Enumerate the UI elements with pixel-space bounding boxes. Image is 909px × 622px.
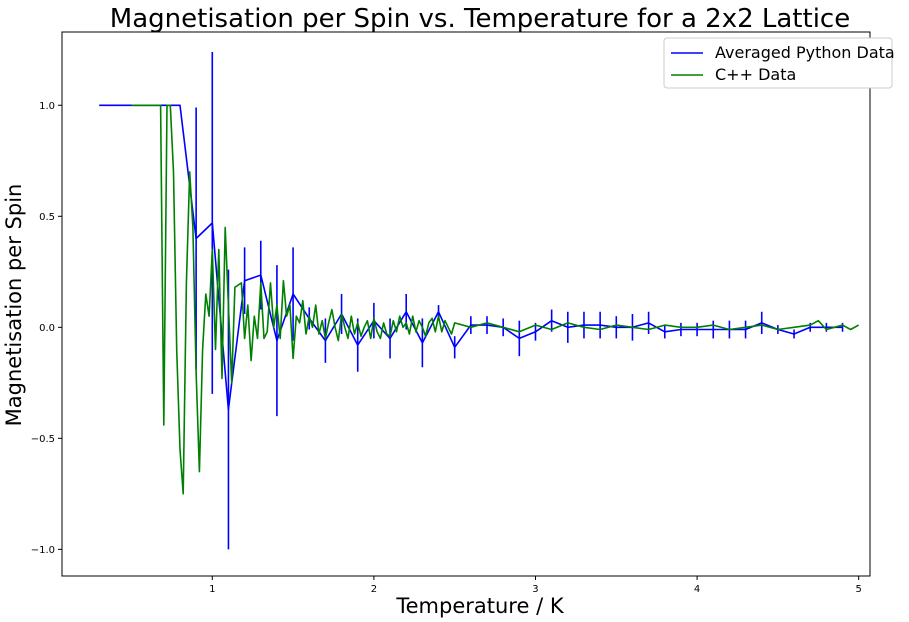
series-line-python xyxy=(99,104,843,411)
plot-area: 1 2 3 4 5−1.0−0.50.00.51.0 xyxy=(31,31,871,595)
chart: Magnetisation per Spin vs. Temperature f… xyxy=(2,4,895,618)
x-tick-label: 5 xyxy=(856,584,862,595)
legend: Averaged Python Data C++ Data xyxy=(663,37,895,89)
y-tick-label: −0.5 xyxy=(31,434,55,445)
legend-label-python: Averaged Python Data xyxy=(715,43,895,62)
y-tick-label: −1.0 xyxy=(31,545,55,556)
series-line-cpp xyxy=(131,104,860,495)
x-tick-label: 2 xyxy=(371,584,377,595)
y-tick-label: 0.5 xyxy=(39,212,55,223)
x-tick-label: 1 xyxy=(209,584,215,595)
y-axis-label: Magnetisation per Spin xyxy=(2,184,26,427)
chart-title: Magnetisation per Spin vs. Temperature f… xyxy=(110,4,850,34)
y-tick-label: 0.0 xyxy=(39,323,55,334)
x-axis-label: Temperature / K xyxy=(395,594,564,618)
y-tick-label: 1.0 xyxy=(39,101,55,112)
x-tick-label: 4 xyxy=(694,584,700,595)
legend-label-cpp: C++ Data xyxy=(715,65,796,84)
